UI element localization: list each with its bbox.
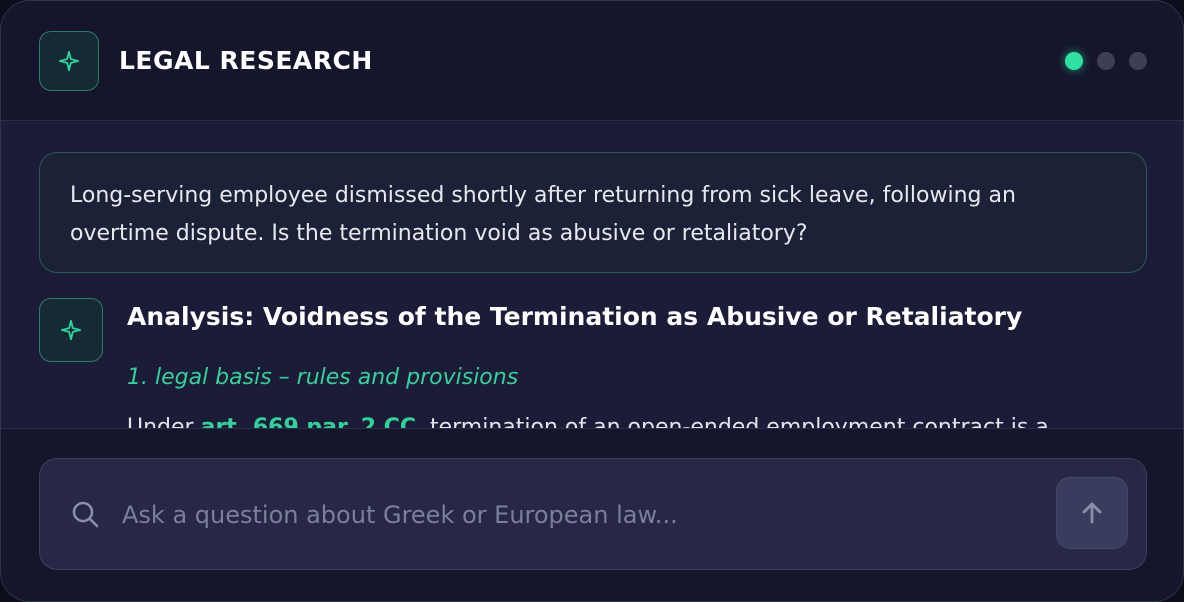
search-icon: [72, 501, 99, 528]
status-dot-active: [1065, 52, 1083, 70]
composer[interactable]: [39, 458, 1147, 570]
status-indicator: [1065, 52, 1147, 70]
legal-reference-link[interactable]: art. 669 par. 2 CC: [201, 415, 416, 428]
app-logo: [39, 31, 99, 91]
arrow-up-icon: [1082, 502, 1102, 524]
app-title: LEGAL RESEARCH: [119, 46, 373, 75]
answer-title: Analysis: Voidness of the Termination as…: [127, 302, 1023, 331]
query-input[interactable]: [122, 493, 1042, 537]
send-button[interactable]: [1056, 477, 1128, 549]
body-prefix: Under: [127, 415, 201, 428]
legal-research-window: LEGAL RESEARCH Long-serving employee dis…: [0, 0, 1184, 602]
user-message: Long-serving employee dismissed shortly …: [39, 152, 1147, 273]
sparkle-icon: [58, 50, 80, 72]
body-suffix: , termination of an open-ended employmen…: [416, 415, 1049, 428]
sparkle-icon: [60, 319, 82, 341]
header: LEGAL RESEARCH: [1, 1, 1183, 121]
composer-area: [1, 428, 1183, 601]
section-heading: 1. legal basis – rules and provisions: [127, 365, 519, 390]
assistant-avatar: [39, 298, 103, 362]
status-dot: [1097, 52, 1115, 70]
answer-body: Under art. 669 par. 2 CC, termination of…: [127, 412, 1049, 428]
conversation-area[interactable]: Long-serving employee dismissed shortly …: [1, 122, 1183, 428]
status-dot: [1129, 52, 1147, 70]
